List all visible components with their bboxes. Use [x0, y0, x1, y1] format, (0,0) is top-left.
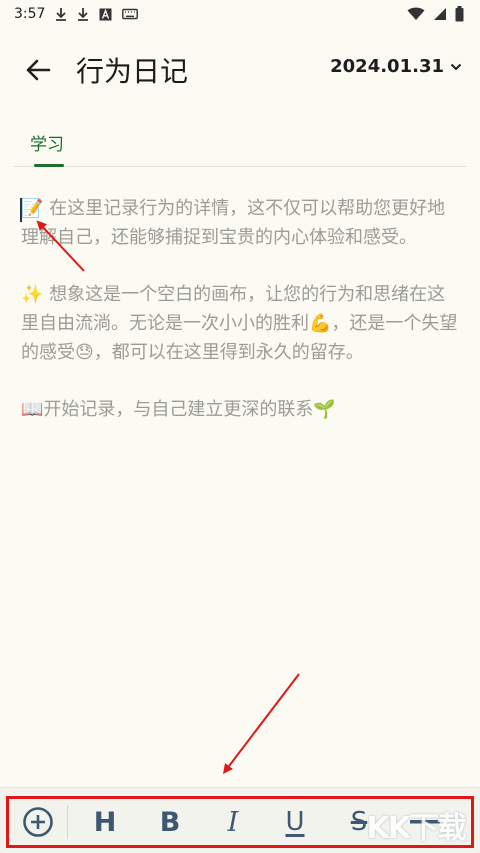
formatting-toolbar: H B I U S KK下载 — [6, 796, 474, 848]
toolbar-separator — [67, 805, 68, 839]
editor-paragraph: 📝 在这里记录行为的详情，这不仅可以帮助您更好地理解自己，还能够捕捉到宝贵的内心… — [21, 198, 446, 248]
signal-icon — [433, 7, 447, 21]
date-text: 2024.01.31 — [330, 56, 444, 77]
editor-paragraph: 📖开始记录，与自己建立更深的联系🌱 — [21, 399, 336, 420]
status-left: 3:57 — [14, 6, 139, 22]
date-selector[interactable]: 2024.01.31 — [330, 56, 462, 77]
formatting-toolbar-area: H B I U S KK下载 — [0, 787, 480, 853]
chevron-down-icon — [450, 63, 462, 71]
editor-paragraph: ✨ 想象这是一个空白的画布，让您的行为和思绪在这里自由流淌。无论是一次小小的胜利… — [21, 284, 458, 363]
heading-button[interactable]: H — [85, 799, 125, 845]
app-bar: 行为日记 2024.01.31 — [0, 42, 480, 98]
tab-active-indicator — [34, 164, 64, 167]
download-icon — [55, 7, 67, 21]
status-time: 3:57 — [14, 6, 46, 22]
insert-button[interactable] — [17, 799, 59, 845]
arrow-left-icon — [25, 58, 51, 82]
download-icon-2 — [77, 7, 89, 21]
diary-editor[interactable]: 📝 在这里记录行为的详情，这不仅可以帮助您更好地理解自己，还能够捕捉到宝贵的内心… — [21, 194, 461, 452]
keyboard-icon — [122, 8, 139, 20]
page-title: 行为日记 — [76, 55, 189, 88]
underline-button[interactable]: U — [275, 799, 315, 845]
font-icon — [99, 8, 112, 21]
category-tabs: 学习 — [14, 120, 466, 167]
watermark-logo: KK下载 — [366, 811, 467, 846]
battery-icon — [455, 6, 464, 22]
status-bar: 3:57 — [0, 0, 480, 28]
bold-button[interactable]: B — [150, 799, 190, 845]
wifi-icon — [407, 7, 425, 21]
annotation-arrow-bottom — [222, 673, 300, 774]
plus-circle-icon — [22, 806, 54, 838]
italic-button[interactable]: I — [213, 799, 253, 845]
status-right — [407, 6, 464, 22]
tab-study[interactable]: 学习 — [30, 130, 64, 155]
back-button[interactable] — [18, 52, 58, 88]
